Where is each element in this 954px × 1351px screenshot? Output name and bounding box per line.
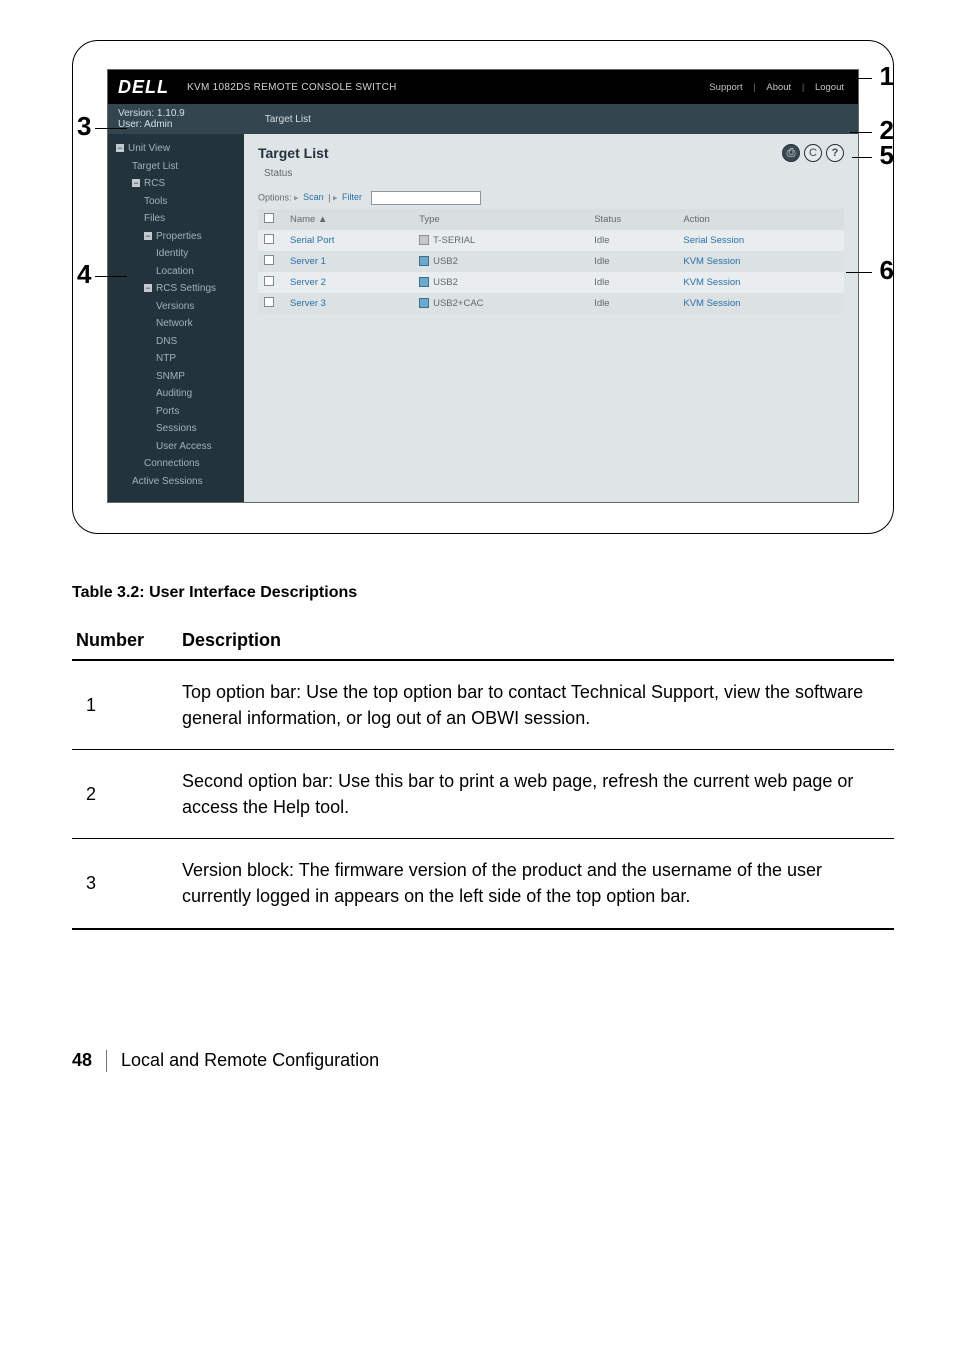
serial-port-icon bbox=[419, 235, 429, 245]
table-row: Server 2 USB2 Idle KVM Session bbox=[258, 272, 844, 293]
options-line: Options: ▸ Scan | ▸ Filter bbox=[258, 191, 844, 205]
status-value: Idle bbox=[594, 256, 609, 267]
app-header: DELL KVM 1082DS REMOTE CONSOLE SWITCH Su… bbox=[108, 70, 858, 104]
target-table: Name ▲ Type Status Action Serial Port T-… bbox=[258, 209, 844, 314]
action-link[interactable]: KVM Session bbox=[683, 298, 740, 309]
row-description: Version block: The firmware version of t… bbox=[182, 857, 894, 909]
target-name-link[interactable]: Server 1 bbox=[290, 256, 326, 267]
nav-user-access[interactable]: User Access bbox=[108, 438, 244, 456]
nav-sessions[interactable]: Sessions bbox=[108, 420, 244, 438]
version-block: Version: 1.10.9 User: Admin Target List bbox=[108, 104, 858, 134]
description-row: 2 Second option bar: Use this bar to pri… bbox=[72, 750, 894, 839]
descriptions-table: Number Description 1 Top option bar: Use… bbox=[72, 620, 894, 930]
kvm-port-icon bbox=[419, 298, 429, 308]
row-checkbox[interactable] bbox=[264, 234, 274, 244]
version-label: Version: 1.10.9 User: Admin bbox=[118, 108, 185, 130]
app-body: Unit View Target List RCS Tools Files Pr… bbox=[108, 134, 858, 502]
figure-container: 1 2 5 6 3 4 DELL KVM 1082DS REMOTE CONSO… bbox=[72, 40, 894, 534]
nav-rcs[interactable]: RCS bbox=[108, 175, 244, 193]
description-row: 1 Top option bar: Use the top option bar… bbox=[72, 661, 894, 750]
page-footer: 48 Local and Remote Configuration bbox=[72, 1050, 954, 1072]
callout-5: 5 bbox=[852, 140, 894, 171]
filter-link[interactable]: Filter bbox=[340, 192, 364, 202]
nav-dns[interactable]: DNS bbox=[108, 333, 244, 351]
nav-network[interactable]: Network bbox=[108, 315, 244, 333]
row-description: Second option bar: Use this bar to print… bbox=[182, 768, 894, 820]
help-icon[interactable]: ? bbox=[826, 144, 844, 162]
row-number: 1 bbox=[72, 679, 182, 731]
callout-4: 4 bbox=[77, 259, 127, 290]
nav-files[interactable]: Files bbox=[108, 210, 244, 228]
print-icon[interactable]: ⎙ bbox=[782, 144, 800, 162]
kvm-port-icon bbox=[419, 277, 429, 287]
row-checkbox[interactable] bbox=[264, 276, 274, 286]
target-list-header: Target List ⎙ C ? bbox=[258, 144, 844, 162]
nav-rcs-settings[interactable]: RCS Settings bbox=[108, 280, 244, 298]
kvm-port-icon bbox=[419, 256, 429, 266]
target-name-link[interactable]: Serial Port bbox=[290, 235, 334, 246]
descriptions-header: Number Description bbox=[72, 620, 894, 661]
col-status: Status bbox=[588, 209, 677, 230]
row-number: 2 bbox=[72, 768, 182, 820]
nav-connections[interactable]: Connections bbox=[108, 455, 244, 473]
nav-ports[interactable]: Ports bbox=[108, 403, 244, 421]
action-link[interactable]: KVM Session bbox=[683, 277, 740, 288]
header-description: Description bbox=[182, 630, 894, 651]
refresh-icon[interactable]: C bbox=[804, 144, 822, 162]
page-number: 48 bbox=[72, 1050, 92, 1071]
col-name[interactable]: Name ▲ bbox=[284, 209, 413, 230]
target-name-link[interactable]: Server 2 bbox=[290, 277, 326, 288]
logout-link[interactable]: Logout bbox=[811, 82, 848, 93]
row-description: Top option bar: Use the top option bar t… bbox=[182, 679, 894, 731]
status-value: Idle bbox=[594, 277, 609, 288]
callout-6: 6 bbox=[846, 255, 894, 286]
nav-unit-view[interactable]: Unit View bbox=[108, 140, 244, 158]
content-area: Target List ⎙ C ? Status Options: ▸ Scan… bbox=[244, 134, 858, 502]
nav-location[interactable]: Location bbox=[108, 263, 244, 281]
page-title: Target List bbox=[258, 145, 329, 161]
scan-link[interactable]: Scan bbox=[301, 192, 326, 202]
nav-target-list[interactable]: Target List bbox=[108, 158, 244, 176]
nav-auditing[interactable]: Auditing bbox=[108, 385, 244, 403]
row-checkbox[interactable] bbox=[264, 297, 274, 307]
select-all-checkbox[interactable] bbox=[264, 213, 274, 223]
about-link[interactable]: About bbox=[762, 82, 795, 93]
support-link[interactable]: Support bbox=[705, 82, 746, 93]
second-option-bar: ⎙ C ? bbox=[782, 144, 844, 162]
table-row: Server 1 USB2 Idle KVM Session bbox=[258, 251, 844, 272]
nav-versions[interactable]: Versions bbox=[108, 298, 244, 316]
row-number: 3 bbox=[72, 857, 182, 909]
breadcrumb: Target List bbox=[265, 114, 311, 125]
nav-active-sessions[interactable]: Active Sessions bbox=[108, 473, 244, 491]
callout-3: 3 bbox=[77, 111, 127, 142]
top-option-bar: Support | About | Logout bbox=[705, 82, 848, 93]
action-link[interactable]: Serial Session bbox=[683, 235, 744, 246]
col-type: Type bbox=[413, 209, 588, 230]
side-nav: Unit View Target List RCS Tools Files Pr… bbox=[108, 134, 244, 502]
section-title: Local and Remote Configuration bbox=[121, 1050, 379, 1071]
col-action: Action bbox=[677, 209, 844, 230]
table-caption: Table 3.2: User Interface Descriptions bbox=[72, 584, 954, 602]
header-number: Number bbox=[72, 630, 182, 651]
app-window: DELL KVM 1082DS REMOTE CONSOLE SWITCH Su… bbox=[107, 69, 859, 503]
nav-ntp[interactable]: NTP bbox=[108, 350, 244, 368]
table-row: Server 3 USB2+CAC Idle KVM Session bbox=[258, 293, 844, 314]
status-value: Idle bbox=[594, 235, 609, 246]
status-value: Idle bbox=[594, 298, 609, 309]
action-link[interactable]: KVM Session bbox=[683, 256, 740, 267]
callout-1: 1 bbox=[854, 61, 894, 92]
app-title: KVM 1082DS REMOTE CONSOLE SWITCH bbox=[187, 82, 397, 93]
target-name-link[interactable]: Server 3 bbox=[290, 298, 326, 309]
table-row: Serial Port T-SERIAL Idle Serial Session bbox=[258, 230, 844, 251]
nav-identity[interactable]: Identity bbox=[108, 245, 244, 263]
row-checkbox[interactable] bbox=[264, 255, 274, 265]
logo: DELL bbox=[118, 77, 169, 98]
description-row: 3 Version block: The firmware version of… bbox=[72, 839, 894, 929]
status-label: Status bbox=[264, 168, 844, 179]
nav-snmp[interactable]: SNMP bbox=[108, 368, 244, 386]
filter-input[interactable] bbox=[371, 191, 481, 205]
nav-tools[interactable]: Tools bbox=[108, 193, 244, 211]
nav-properties[interactable]: Properties bbox=[108, 228, 244, 246]
divider bbox=[106, 1050, 107, 1072]
